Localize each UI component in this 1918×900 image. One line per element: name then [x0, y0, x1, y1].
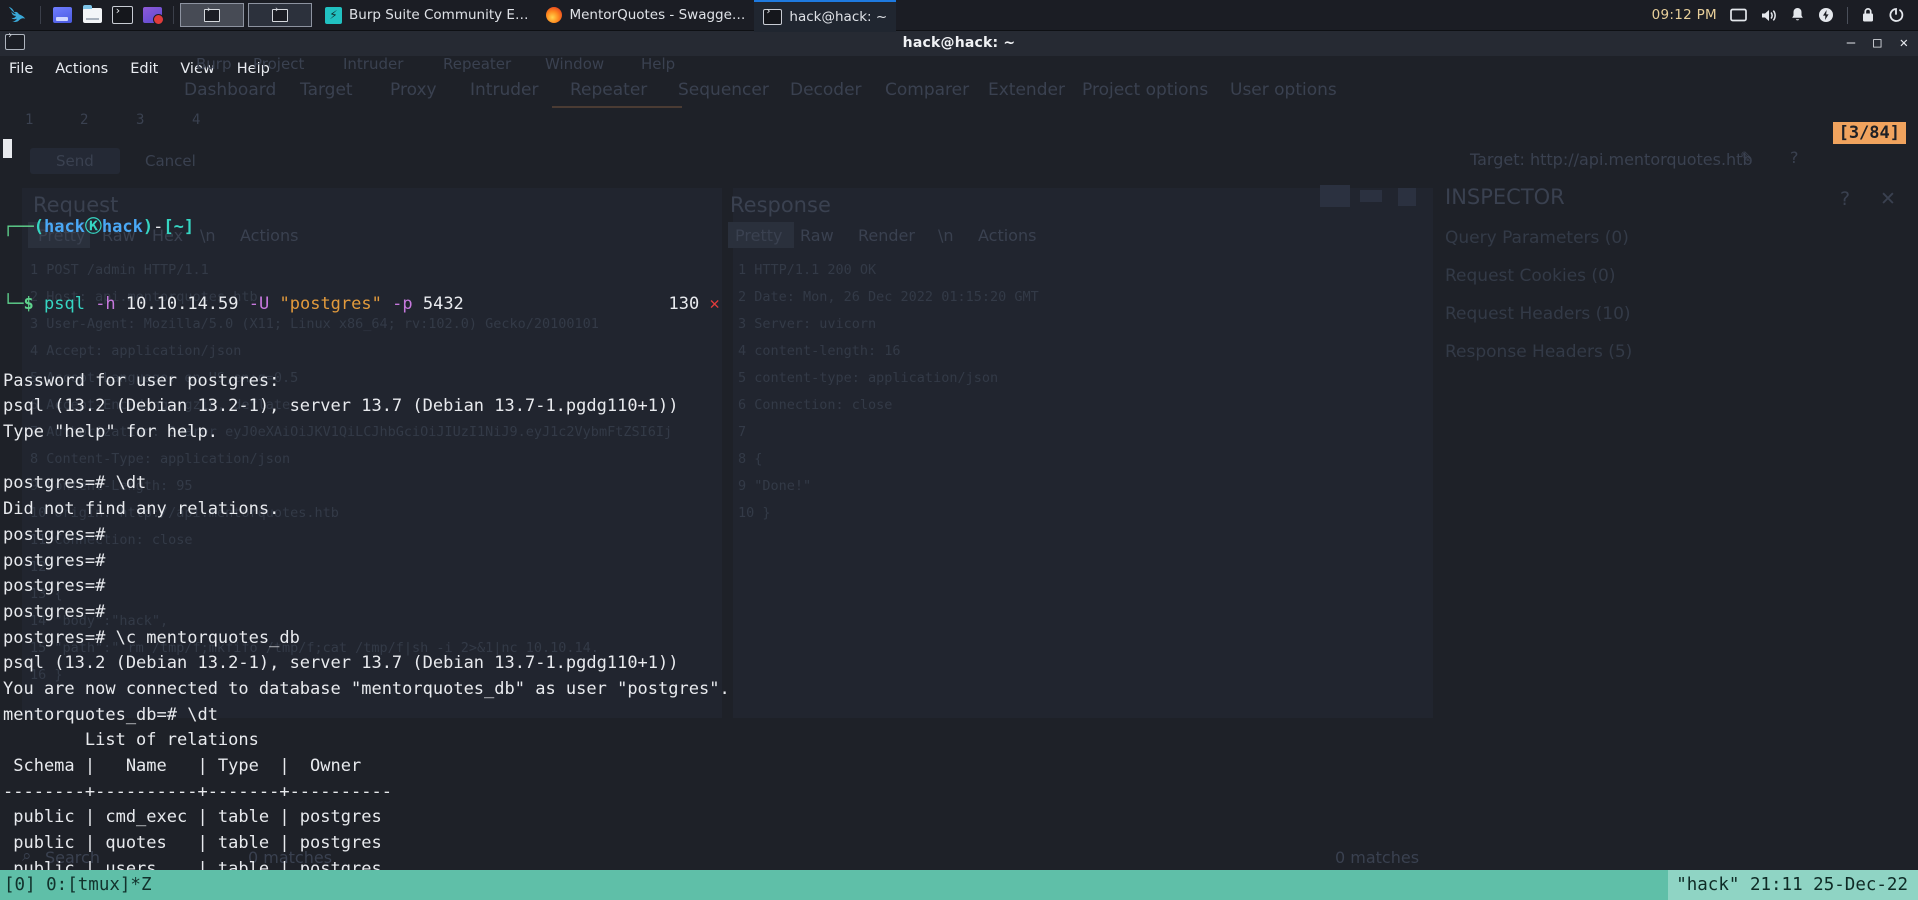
terminal-line: postgres=# \dt	[3, 473, 147, 494]
burp-suite-icon: ⚡	[325, 6, 342, 24]
prompt-line-1: ┌──(hackⓀhack)-[~]	[3, 215, 1918, 241]
terminal-scrollback: Password for user postgres: psql (13.2 (D…	[3, 369, 1918, 900]
prompt-branch: ┌──	[3, 216, 34, 237]
taskbar-divider-1	[40, 6, 41, 24]
prompt-line-2: └─$ psql -h 10.10.14.59 -U "postgres" -p…	[3, 292, 1918, 318]
task-terminal-label: hack@hack: ~	[789, 8, 888, 25]
window-title: hack@hack: ~	[902, 35, 1016, 51]
task-burp-suite[interactable]: ⚡ Burp Suite Community E…	[316, 0, 537, 30]
command-flag-port: -p	[392, 293, 413, 314]
menu-view[interactable]: View	[180, 61, 214, 77]
prompt-bracket-open: [	[163, 216, 174, 237]
tmux-status-left[interactable]: [0] 0:[tmux]*Z	[0, 875, 152, 895]
terminal-line: mentorquotes_db=# \dt	[3, 704, 218, 725]
workspace-1[interactable]	[180, 3, 244, 27]
display-icon[interactable]	[1730, 8, 1747, 23]
command-user-value: "postgres"	[279, 293, 382, 314]
prompt-dash: -	[153, 216, 164, 237]
terminal-cursor-line	[3, 137, 1918, 163]
menu-actions[interactable]: Actions	[55, 61, 108, 77]
task-burp-suite-label: Burp Suite Community E…	[349, 7, 529, 23]
text-cursor	[3, 139, 12, 159]
status-badge: [3/84]	[1832, 122, 1906, 144]
terminal-line: Type "help" for help.	[3, 422, 218, 443]
terminal-line: You are now connected to database "mento…	[3, 678, 730, 699]
minimize-button[interactable]: —	[1847, 36, 1855, 50]
terminal-line: postgres=#	[3, 550, 116, 571]
terminal-line: List of relations	[3, 730, 259, 751]
terminal-line: postgres=#	[3, 576, 116, 597]
terminal-icon	[5, 30, 25, 50]
terminal-line: psql (13.2 (Debian 13.2-1), server 13.7 …	[3, 396, 679, 417]
prompt-bracket-close: ]	[183, 216, 195, 237]
window-titlebar[interactable]: hack@hack: ~ — □ ✕	[0, 30, 1918, 56]
taskbar-left: ⚡ Burp Suite Community E… MentorQuotes -…	[0, 0, 897, 32]
menu-edit[interactable]: Edit	[130, 61, 158, 77]
taskbar: ⚡ Burp Suite Community E… MentorQuotes -…	[0, 0, 1918, 32]
prompt-user: hack	[43, 216, 85, 237]
command-host-value: 10.10.14.59	[125, 293, 239, 314]
prompt-host: hack	[101, 216, 143, 237]
terminal-line: Password for user postgres:	[3, 370, 280, 391]
exit-code: 130	[668, 293, 700, 314]
prompt-dollar: $	[23, 293, 34, 314]
terminal-line: public | quotes | table | postgres	[3, 833, 382, 854]
volume-icon[interactable]	[1760, 8, 1777, 23]
terminal-line: postgres=# \c mentorquotes_db	[3, 627, 300, 648]
command-name: psql	[43, 293, 85, 314]
clock[interactable]: 09:12 PM	[1652, 7, 1717, 23]
terminal-line: public | cmd_exec | table | postgres	[3, 807, 382, 828]
power-bolt-icon[interactable]	[1818, 7, 1834, 23]
task-terminal[interactable]: hack@hack: ~	[754, 0, 897, 32]
files-manager-icon[interactable]	[49, 2, 75, 28]
command-flag-host: -h	[95, 293, 116, 314]
command-port-value: 5432	[422, 293, 464, 314]
firefox-icon	[546, 7, 563, 23]
lock-icon[interactable]	[1861, 7, 1875, 23]
window-controls: — □ ✕	[1847, 30, 1908, 56]
screen-recorder-icon[interactable]	[139, 2, 165, 28]
prompt-path: ~	[173, 216, 184, 237]
task-firefox-label: MentorQuotes - Swagge…	[569, 7, 746, 23]
tmux-status-bar: [0] 0:[tmux]*Z "hack" 21:11 25-Dec-22	[0, 870, 1918, 900]
terminal-line: Schema | Name | Type | Owner	[3, 756, 362, 776]
terminal-icon[interactable]	[109, 2, 135, 28]
terminal-line: postgres=#	[3, 524, 116, 545]
maximize-button[interactable]: □	[1873, 36, 1881, 50]
terminal-line: --------+----------+-------+----------	[3, 781, 392, 802]
bell-icon[interactable]	[1790, 7, 1805, 23]
menu-file[interactable]: File	[9, 61, 33, 77]
prompt-paren-close: )	[142, 216, 154, 237]
tray-divider	[1847, 6, 1848, 24]
kali-dragon-icon[interactable]	[0, 0, 34, 30]
terminal-output[interactable]: ┌──(hackⓀhack)-[~] └─$ psql -h 10.10.14.…	[0, 86, 1918, 900]
workspace-2[interactable]	[248, 3, 312, 27]
terminal-window: Burp Project Intruder Repeater Window He…	[0, 30, 1918, 900]
exit-status-mark: ✕	[709, 293, 720, 314]
taskbar-divider-2	[173, 6, 174, 24]
prompt-paren-open: (	[33, 216, 44, 237]
menu-help[interactable]: Help	[237, 61, 270, 77]
terminal-line: postgres=#	[3, 601, 116, 622]
terminal-icon	[763, 6, 783, 25]
logout-icon[interactable]	[1888, 7, 1904, 23]
prompt-arrow: └─	[3, 293, 24, 314]
terminal-line: psql (13.2 (Debian 13.2-1), server 13.7 …	[3, 653, 679, 674]
file-explorer-icon[interactable]	[79, 2, 105, 28]
terminal-line: Did not find any relations.	[3, 499, 280, 520]
system-tray: 09:12 PM	[1652, 6, 1918, 24]
prompt-at-icon: Ⓚ	[84, 216, 102, 237]
task-firefox[interactable]: MentorQuotes - Swagge…	[537, 0, 754, 30]
command-flag-user: -U	[248, 293, 270, 314]
screen: ⚡ Burp Suite Community E… MentorQuotes -…	[0, 0, 1918, 900]
tmux-status-right[interactable]: "hack" 21:11 25-Dec-22	[1668, 870, 1918, 900]
close-button[interactable]: ✕	[1900, 36, 1908, 50]
menubar: File Actions Edit View Help	[0, 56, 1918, 82]
